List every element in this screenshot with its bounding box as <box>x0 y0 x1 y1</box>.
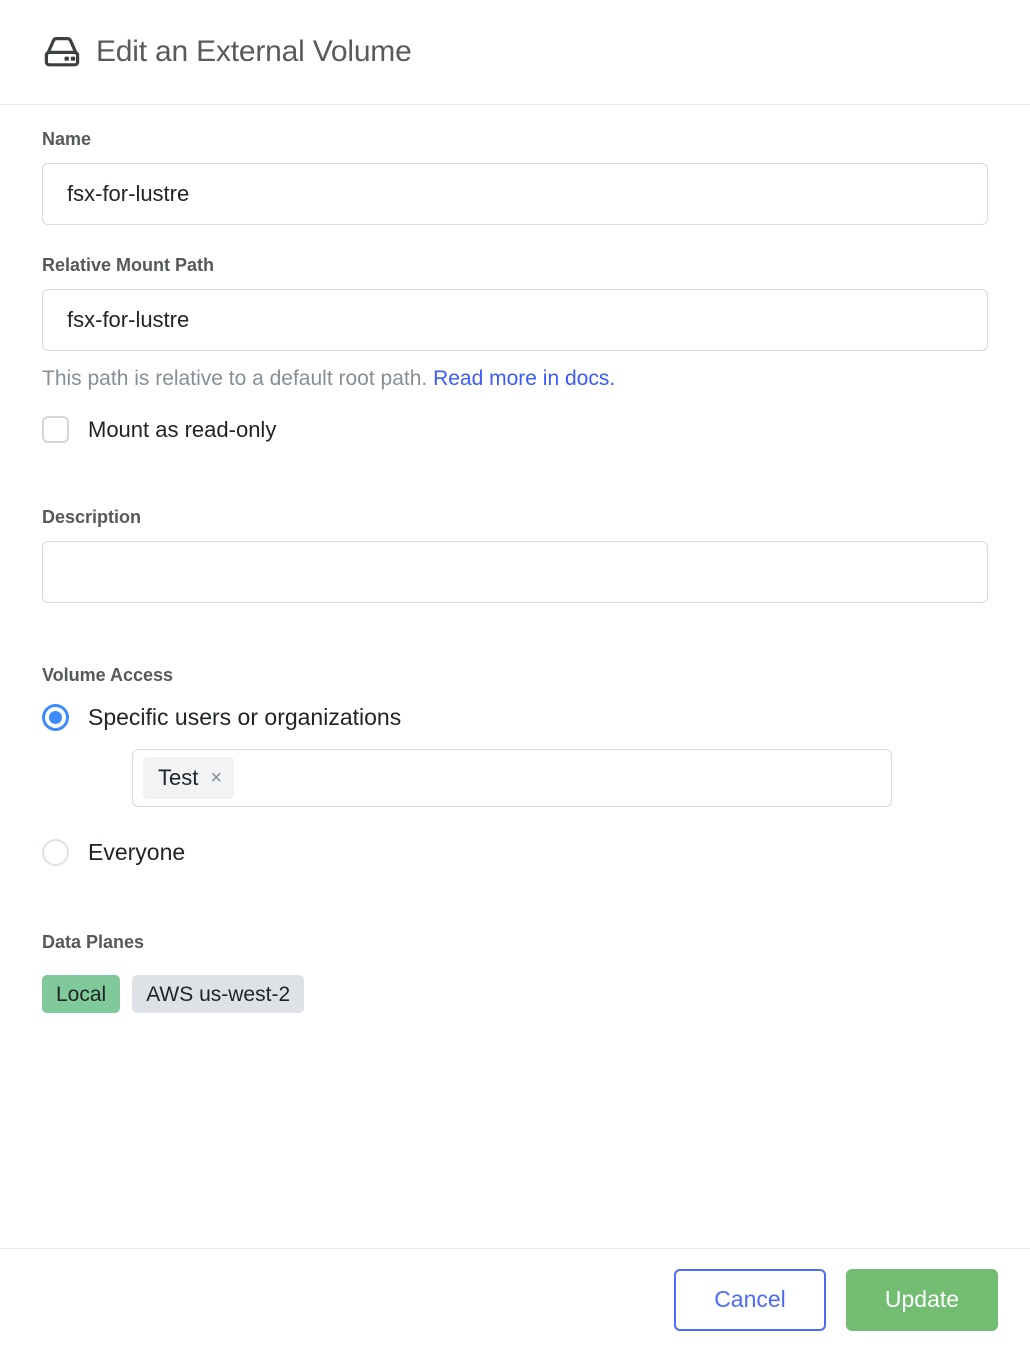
radio-row-everyone[interactable]: Everyone <box>42 839 988 867</box>
relative-mount-path-label: Relative Mount Path <box>42 255 215 275</box>
radio-specific-users[interactable] <box>42 704 69 732</box>
tag-chip-label: Test <box>158 765 199 791</box>
field-group-data-planes: Data Planes Local AWS us-west-2 <box>42 932 988 1014</box>
update-button[interactable]: Update <box>846 1268 998 1331</box>
data-planes-badge-row: Local AWS us-west-2 <box>42 975 988 1014</box>
radio-everyone-label: Everyone <box>88 839 186 866</box>
modal-body: Name Relative Mount Path This path is re… <box>0 105 1030 1248</box>
data-planes-label: Data Planes <box>42 932 145 953</box>
field-group-relative-mount-path: Relative Mount Path This path is relativ… <box>42 255 988 444</box>
mount-read-only-label: Mount as read-only <box>88 416 277 442</box>
field-group-name: Name <box>42 129 988 225</box>
name-input[interactable] <box>42 163 988 225</box>
description-input[interactable] <box>42 541 988 604</box>
mount-read-only-row[interactable]: Mount as read-only <box>42 416 988 444</box>
status-badge-local: Local <box>42 975 121 1014</box>
read-more-in-docs-link[interactable]: Read more in docs. <box>433 367 615 390</box>
field-group-volume-access: Volume Access Specific users or organiza… <box>42 665 988 867</box>
description-label: Description <box>42 507 142 528</box>
help-text-label: This path is relative to a default root … <box>42 367 428 390</box>
volume-access-label: Volume Access <box>42 665 174 686</box>
mount-read-only-checkbox[interactable] <box>42 416 69 444</box>
page-title: Edit an External Volume <box>96 35 412 68</box>
radio-everyone[interactable] <box>42 839 69 867</box>
relative-mount-path-help: This path is relative to a default root … <box>42 366 988 392</box>
name-label: Name <box>42 129 92 149</box>
users-organizations-tag-input[interactable]: Test × <box>132 749 892 808</box>
relative-mount-path-input[interactable] <box>42 289 988 351</box>
modal-footer: Cancel Update <box>0 1248 1030 1350</box>
tag-chip[interactable]: Test × <box>143 757 235 800</box>
hard-drive-icon <box>42 32 82 72</box>
field-group-description: Description <box>42 507 988 604</box>
modal-header: Edit an External Volume <box>0 0 1030 105</box>
status-badge-aws-region: AWS us-west-2 <box>132 975 305 1014</box>
tag-remove-icon[interactable]: × <box>210 768 222 788</box>
radio-specific-users-label: Specific users or organizations <box>88 704 402 731</box>
cancel-button[interactable]: Cancel <box>674 1268 826 1331</box>
radio-row-specific-users[interactable]: Specific users or organizations <box>42 704 988 732</box>
edit-external-volume-modal: Edit an External Volume Name Relative Mo… <box>0 0 1030 1350</box>
